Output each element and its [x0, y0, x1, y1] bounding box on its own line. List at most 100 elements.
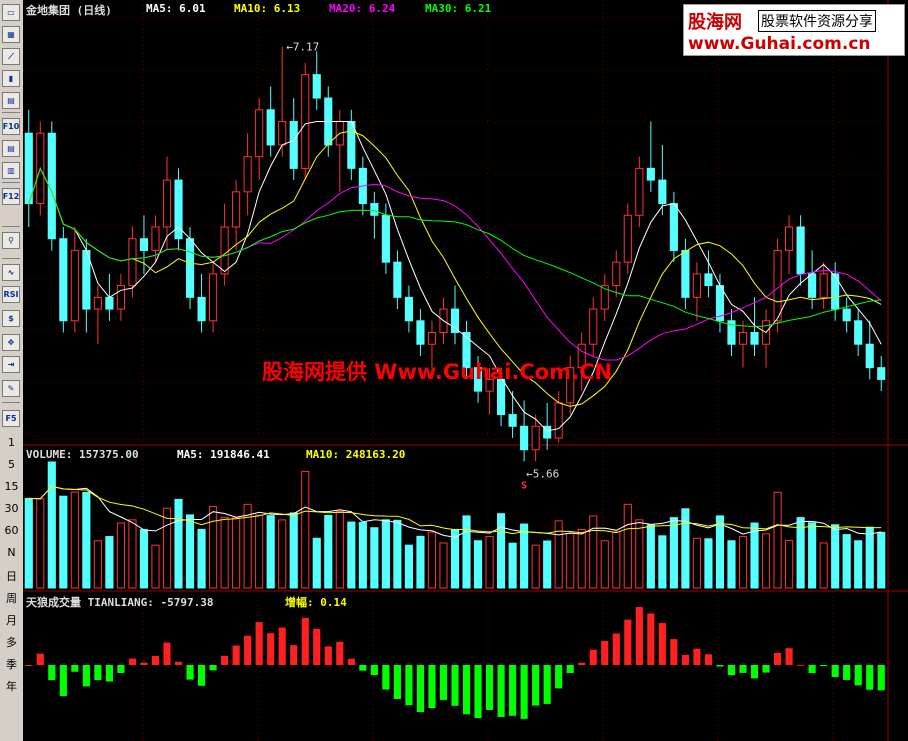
- volume-bar: [566, 533, 575, 589]
- tianliang-bar: [128, 658, 137, 665]
- period-5[interactable]: 60: [0, 524, 23, 537]
- period-8[interactable]: 周: [0, 590, 23, 606]
- candle-body: [612, 261, 621, 287]
- pencil-icon[interactable]: ✎: [2, 380, 20, 397]
- volume-bar: [681, 508, 690, 589]
- candle-body: [289, 121, 298, 169]
- multi-window-icon[interactable]: ▤: [2, 92, 20, 109]
- toolbar-separator: [2, 226, 20, 227]
- candle-body: [185, 238, 195, 298]
- period-1[interactable]: 1: [0, 436, 23, 449]
- tianliang-bar: [785, 648, 793, 665]
- candle-body: [116, 285, 125, 310]
- volume-bar: [278, 519, 287, 589]
- tianliang-bar: [485, 665, 494, 710]
- candle-body: [450, 308, 460, 333]
- rsi-icon[interactable]: RSI: [2, 286, 20, 303]
- indicator-icon[interactable]: ∿: [2, 264, 20, 281]
- tianliang-bar: [313, 628, 321, 665]
- volume-bar: [151, 544, 160, 589]
- tianliang-bar: [439, 665, 448, 700]
- f5-icon[interactable]: F5: [2, 410, 20, 427]
- move-icon[interactable]: ✥: [2, 334, 20, 351]
- tianliang-bar: [232, 645, 240, 665]
- period-11[interactable]: 季: [0, 656, 23, 672]
- volume-bar: [854, 540, 863, 589]
- volume-bar: [209, 506, 218, 589]
- tianliang-bar: [71, 665, 79, 672]
- candle-body: [393, 261, 402, 298]
- tianliang-bar: [105, 665, 113, 682]
- volume-bar: [82, 492, 91, 589]
- tianliang-bar: [658, 623, 666, 665]
- candle-icon[interactable]: ▮: [2, 70, 20, 87]
- period-6[interactable]: N: [0, 546, 23, 559]
- candle-body: [819, 273, 828, 298]
- ma5-readout: MA5: 6.01: [146, 2, 206, 15]
- tianliang-bar: [290, 645, 298, 665]
- kline-icon[interactable]: ▦: [2, 26, 20, 43]
- candle-body: [93, 296, 102, 310]
- volume-bar: [185, 514, 195, 589]
- volume-readout: VOLUME: 157375.00: [26, 448, 139, 461]
- f10-icon[interactable]: F10: [2, 118, 20, 135]
- volume-ma10-readout: MA10: 248163.20: [306, 448, 406, 461]
- volume-bar: [785, 540, 794, 589]
- news-icon[interactable]: ▤: [2, 140, 20, 157]
- volume-bar: [520, 523, 529, 589]
- candle-body: [692, 273, 701, 298]
- tianliang-bar: [474, 665, 482, 719]
- search-icon[interactable]: ⚲: [2, 232, 20, 249]
- low-price-label: ←5.66: [526, 467, 559, 480]
- tianliang-bar: [762, 665, 770, 673]
- volume-bar: [635, 519, 644, 589]
- volume-bar: [381, 519, 390, 589]
- logo-tagline: 股票软件资源分享: [758, 10, 876, 32]
- tianliang-bar: [578, 662, 586, 665]
- tianliang-bar: [681, 654, 689, 665]
- candle-body: [381, 214, 390, 263]
- tianliang-bar: [647, 613, 655, 665]
- tianliang-readout: 天狼成交量 TIANLIANG: -5797.38: [26, 596, 214, 609]
- report-icon[interactable]: ▥: [2, 162, 20, 179]
- period-2[interactable]: 5: [0, 458, 23, 471]
- candle-body: [232, 191, 241, 228]
- tianliang-bar: [140, 662, 148, 665]
- period-3[interactable]: 15: [0, 480, 23, 493]
- period-4[interactable]: 30: [0, 502, 23, 515]
- tianliang-bar: [48, 665, 56, 681]
- tianliang-bar: [163, 642, 171, 665]
- candle-body: [266, 109, 275, 146]
- volume-bar: [312, 537, 321, 589]
- money-icon[interactable]: $: [2, 310, 20, 327]
- tianliang-bar: [324, 646, 332, 665]
- volume-bar: [738, 536, 748, 589]
- f12-icon[interactable]: F12: [2, 188, 20, 205]
- exit-icon[interactable]: ⇥: [2, 356, 20, 373]
- volume-bar: [865, 526, 874, 589]
- tianliang-bar: [704, 654, 713, 665]
- volume-bar: [266, 515, 275, 589]
- candle-body: [520, 425, 529, 451]
- volume-bar: [877, 531, 886, 589]
- tianliang-bar: [221, 655, 229, 665]
- candle-body: [681, 249, 690, 298]
- period-12[interactable]: 年: [0, 678, 23, 694]
- tianliang-bar: [532, 665, 540, 706]
- volume-bar: [416, 535, 425, 589]
- candle-body: [59, 238, 68, 322]
- volume-bar: [715, 515, 725, 589]
- period-9[interactable]: 月: [0, 612, 23, 628]
- candle-body: [831, 273, 840, 310]
- minute-chart-icon[interactable]: ▭: [2, 4, 20, 21]
- period-10[interactable]: 多: [0, 634, 23, 650]
- period-7[interactable]: 日: [0, 568, 23, 584]
- volume-bar: [255, 514, 264, 589]
- volume-bar: [59, 495, 68, 589]
- line-chart-icon[interactable]: ⟋: [2, 48, 20, 65]
- tianliang-bar: [612, 633, 620, 665]
- tianliang-bar: [117, 665, 125, 673]
- volume-bar: [589, 515, 598, 589]
- tianliang-bar: [635, 607, 643, 665]
- candle-body: [877, 367, 886, 380]
